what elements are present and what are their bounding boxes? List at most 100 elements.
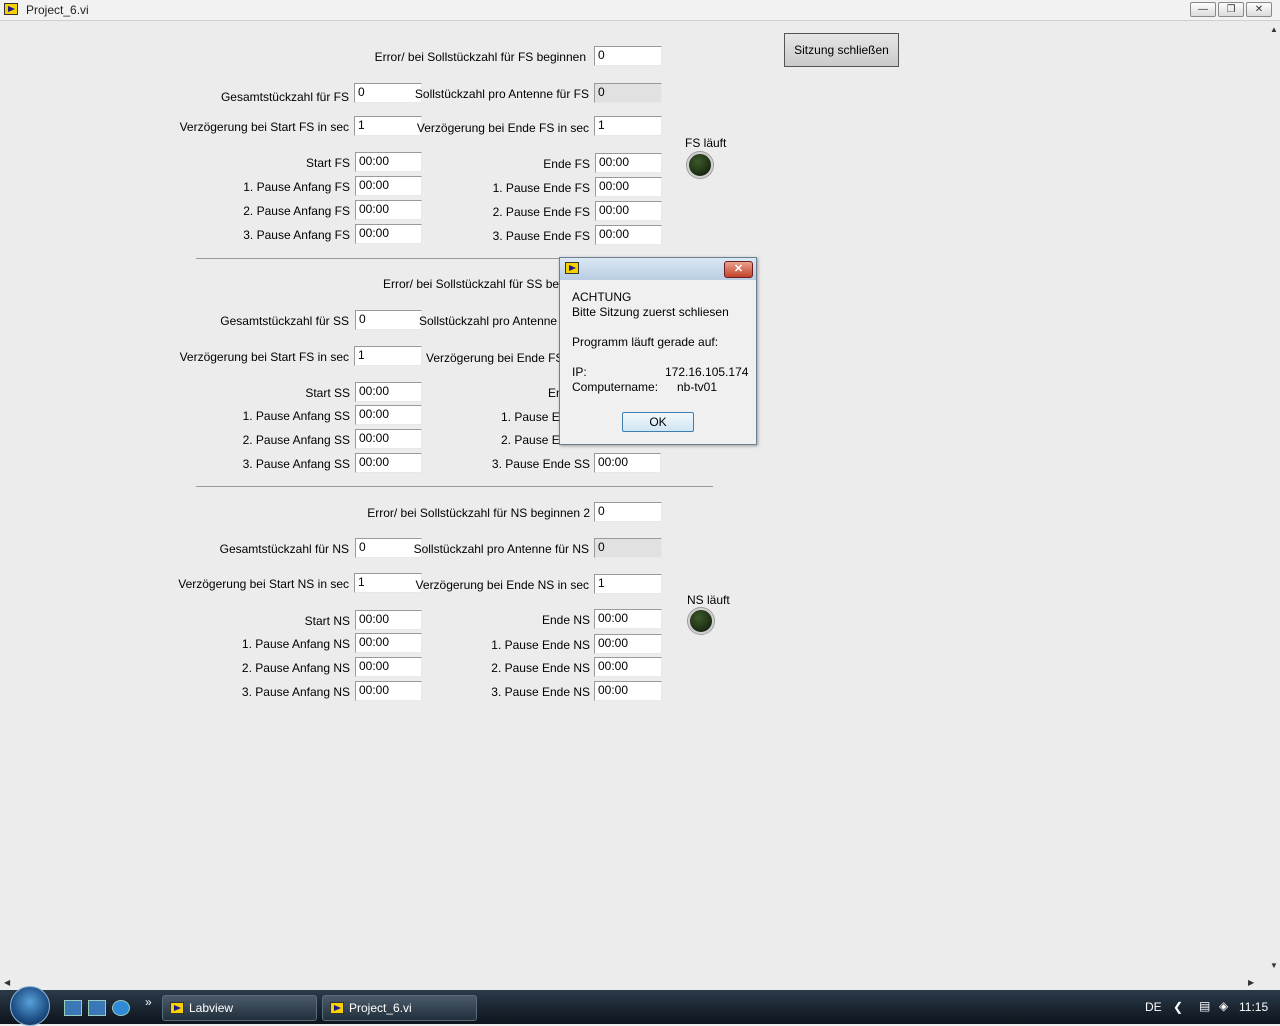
ss-ns-divider — [196, 486, 713, 487]
dialog-close-button[interactable]: ✕ — [724, 261, 753, 278]
ns-pause1-end-label: 1. Pause Ende NS — [491, 638, 590, 652]
fs-end-input[interactable]: 00:00 — [595, 153, 662, 173]
fs-error-input[interactable]: 0 — [594, 46, 662, 66]
fs-per-antenna-display: 0 — [594, 83, 662, 103]
ns-start-input[interactable]: 00:00 — [355, 610, 422, 630]
ss-pause2-start-label: 2. Pause Anfang SS — [242, 433, 350, 447]
scroll-right-arrow-icon[interactable]: ▶ — [1248, 978, 1254, 987]
fs-pause2-end-label: 2. Pause Ende FS — [492, 205, 590, 219]
fs-pause2-start-input[interactable]: 00:00 — [355, 200, 422, 220]
horizontal-scrollbar[interactable]: ◀ ▶ — [0, 976, 1268, 990]
labview-taskbar-icon — [170, 1002, 184, 1014]
window-title: Project_6.vi — [26, 3, 89, 17]
ns-error-input[interactable]: 0 — [594, 502, 662, 522]
fs-total-input[interactable]: 0 — [354, 83, 422, 103]
ss-start-label: Start SS — [305, 386, 350, 400]
ns-delay-end-input[interactable]: 1 — [594, 574, 662, 594]
ss-total-input[interactable]: 0 — [355, 310, 422, 330]
ss-pause3-end-label: 3. Pause Ende SS — [491, 457, 590, 471]
fs-pause2-end-input[interactable]: 00:00 — [595, 201, 662, 221]
switch-windows-icon[interactable] — [88, 1000, 106, 1016]
taskbar-button-project[interactable]: Project_6.vi — [322, 995, 477, 1021]
ns-error-label: Error/ bei Sollstückzahl für NS beginnen… — [367, 506, 590, 520]
ns-running-label: NS läuft — [687, 593, 730, 607]
fs-delay-end-label: Verzögerung bei Ende FS in sec — [416, 121, 589, 135]
fs-pause1-end-input[interactable]: 00:00 — [595, 177, 662, 197]
quicklaunch-overflow-icon[interactable]: » — [145, 995, 152, 1009]
vi-taskbar-icon — [330, 1002, 344, 1014]
fs-pause3-end-input[interactable]: 00:00 — [595, 225, 662, 245]
close-window-button[interactable]: ✕ — [1246, 2, 1272, 17]
clock[interactable]: 11:15 — [1239, 1000, 1268, 1014]
ns-pause1-start-label: 1. Pause Anfang NS — [241, 637, 350, 651]
close-session-button[interactable]: Sitzung schließen — [784, 33, 899, 67]
internet-explorer-icon[interactable] — [112, 1000, 130, 1016]
start-button[interactable] — [10, 986, 50, 1026]
ss-pause3-end-input[interactable]: 00:00 — [594, 453, 661, 473]
ss-delay-start-input[interactable]: 1 — [354, 346, 422, 366]
ns-delay-start-input[interactable]: 1 — [354, 573, 422, 593]
ns-pause1-end-input[interactable]: 00:00 — [594, 634, 662, 654]
network-icon[interactable]: ▤ — [1199, 999, 1210, 1013]
show-desktop-icon[interactable] — [64, 1000, 82, 1016]
ns-end-input[interactable]: 00:00 — [594, 609, 662, 629]
ss-start-input[interactable]: 00:00 — [355, 382, 422, 402]
fs-delay-start-label: Verzögerung bei Start FS in sec — [179, 120, 349, 134]
ss-error-label: Error/ bei Sollstückzahl für SS beg — [383, 277, 566, 291]
ns-per-antenna-display: 0 — [594, 538, 662, 558]
dialog-message: Bitte Sitzung zuerst schliesen — [572, 305, 729, 319]
scroll-left-arrow-icon[interactable]: ◀ — [4, 978, 10, 987]
ns-pause1-start-input[interactable]: 00:00 — [355, 633, 422, 653]
language-indicator[interactable]: DE — [1145, 1000, 1162, 1014]
dialog-computer-label: Computername: — [572, 380, 659, 394]
ns-total-input[interactable]: 0 — [355, 538, 422, 558]
tray-expand-icon[interactable]: ❮ — [1173, 1000, 1183, 1014]
ss-pause1-start-label: 1. Pause Anfang SS — [242, 409, 350, 423]
warning-dialog: ✕ ACHTUNG Bitte Sitzung zuerst schliesen… — [559, 257, 757, 445]
ns-end-label: Ende NS — [541, 613, 590, 627]
fs-pause3-start-input[interactable]: 00:00 — [355, 224, 422, 244]
ns-pause2-start-label: 2. Pause Anfang NS — [241, 661, 350, 675]
fs-per-antenna-label: Sollstückzahl pro Antenne für FS — [414, 87, 589, 101]
scroll-up-arrow-icon[interactable]: ▲ — [1270, 25, 1278, 34]
ss-pause2-start-input[interactable]: 00:00 — [355, 429, 422, 449]
dialog-titlebar: ✕ — [560, 258, 756, 280]
ss-pause3-start-label: 3. Pause Anfang SS — [242, 457, 350, 471]
fs-delay-start-input[interactable]: 1 — [354, 116, 422, 136]
fs-total-label: Gesamtstückzahl für FS — [220, 90, 349, 104]
ss-delay-start-label: Verzögerung bei Start FS in sec — [179, 350, 349, 364]
dialog-running-on: Programm läuft gerade auf: — [572, 335, 719, 349]
fs-start-input[interactable]: 00:00 — [355, 152, 422, 172]
fs-pause1-start-input[interactable]: 00:00 — [355, 176, 422, 196]
dialog-computer-value: nb-tv01 — [677, 380, 718, 394]
volume-muted-icon[interactable]: ◈ — [1219, 999, 1228, 1013]
ns-pause2-start-input[interactable]: 00:00 — [355, 657, 422, 677]
ns-pause3-start-label: 3. Pause Anfang NS — [241, 685, 350, 699]
window-titlebar: Project_6.vi — ❐ ✕ — [0, 0, 1280, 21]
fs-pause3-end-label: 3. Pause Ende FS — [492, 229, 590, 243]
ns-delay-end-label: Verzögerung bei Ende NS in sec — [415, 578, 589, 592]
ss-pause1-end-label: 1. Pause Er — [501, 410, 564, 424]
ns-pause2-end-label: 2. Pause Ende NS — [491, 661, 590, 675]
scroll-down-arrow-icon[interactable]: ▼ — [1270, 961, 1278, 970]
dialog-heading: ACHTUNG — [572, 290, 632, 304]
dialog-ok-button[interactable]: OK — [622, 412, 694, 432]
fs-delay-end-input[interactable]: 1 — [594, 116, 662, 136]
ns-pause3-end-input[interactable]: 00:00 — [594, 681, 662, 701]
ss-pause1-start-input[interactable]: 00:00 — [355, 405, 422, 425]
ns-pause3-start-input[interactable]: 00:00 — [355, 681, 422, 701]
fs-pause2-start-label: 2. Pause Anfang FS — [243, 204, 350, 218]
fs-pause1-start-label: 1. Pause Anfang FS — [243, 180, 350, 194]
taskbar-button-labview[interactable]: Labview — [162, 995, 317, 1021]
ns-pause3-end-label: 3. Pause Ende NS — [491, 685, 590, 699]
ss-per-antenna-label: Sollstückzahl pro Antenne — [419, 314, 558, 328]
vertical-scrollbar[interactable]: ▲ ▼ — [1268, 21, 1280, 976]
maximize-button[interactable]: ❐ — [1218, 2, 1244, 17]
labview-vi-icon — [4, 3, 18, 15]
ns-running-led — [688, 608, 714, 634]
minimize-button[interactable]: — — [1190, 2, 1216, 17]
ns-pause2-end-input[interactable]: 00:00 — [594, 657, 662, 677]
fs-running-led — [687, 152, 713, 178]
ss-pause3-start-input[interactable]: 00:00 — [355, 453, 422, 473]
fs-pause3-start-label: 3. Pause Anfang FS — [243, 228, 350, 242]
